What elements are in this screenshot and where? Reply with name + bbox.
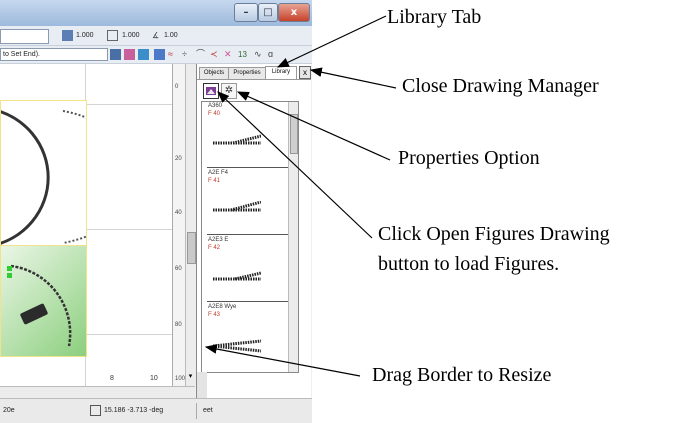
arrow-open-figures [217, 91, 373, 239]
annotation-close-manager: Close Drawing Manager [402, 75, 599, 97]
arrow-resize [204, 344, 361, 377]
annotation-arrows [204, 15, 397, 377]
arrow-close-manager [309, 67, 397, 89]
annotation-resize: Drag Border to Resize [372, 364, 552, 386]
annotation-library-tab: Library Tab [387, 6, 482, 28]
arrow-library-tab [276, 15, 387, 68]
arrow-properties [236, 91, 391, 161]
annotation-properties: Properties Option [398, 147, 540, 169]
annotation-open-figures-1: Click Open Figures Drawing [378, 223, 610, 245]
annotation-open-figures-2: button to load Figures. [378, 253, 560, 275]
